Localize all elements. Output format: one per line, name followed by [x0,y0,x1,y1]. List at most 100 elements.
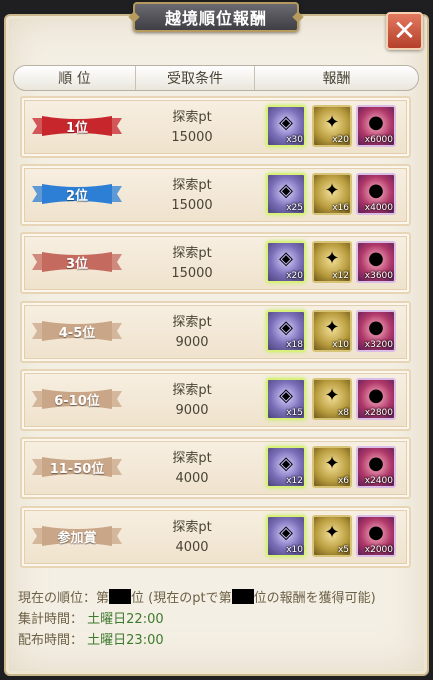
reward-quantity: x4000 [364,203,393,213]
reward-quantity: x10 [332,340,349,350]
rank-label: 11-50位 [49,461,105,477]
reward-item-chest[interactable]: ◈ x15 [266,378,306,420]
current-rank-line: 現在の順位：第 位 (現在のptで第 位の報酬を獲得可能) [18,587,376,606]
reward-quantity: x3200 [364,340,393,350]
reward-quantity: x8 [337,408,349,418]
rank-ribbon: 4-5位 [32,319,122,343]
reward-quantity: x25 [286,203,303,213]
condition: 探索pt 4000 [152,518,232,558]
current-rank-tail: 位の報酬を獲得可能) [253,591,376,606]
jewel-chest-icon: ◈ [279,247,293,269]
condition-value: 15000 [171,130,213,145]
reward-item-chest[interactable]: ◈ x12 [266,446,306,488]
jewel-chest-icon: ◈ [279,316,293,338]
condition: 探索pt 15000 [152,244,232,284]
reward-item-gem[interactable]: ● x2800 [356,378,396,420]
reward-item-chest[interactable]: ◈ x25 [266,173,306,215]
condition-value: 15000 [171,198,213,213]
reward-quantity: x2000 [364,545,393,555]
reward-quantity: x2800 [364,408,393,418]
reward-quantity: x15 [286,408,303,418]
distribution-time-line: 配布時間： 土曜日23:00 [18,629,164,648]
tally-time-label: 集計時間： [18,612,84,627]
condition-value: 15000 [171,266,213,281]
close-button[interactable]: ✕ [386,12,423,50]
reward-row: 1位 探索pt 15000 ◈ x30 ✦ x20 ● x6000 [20,96,411,158]
rank-ribbon: 1位 [32,114,122,138]
current-rank-suffix: 位 (現在のptで第 [131,591,232,606]
reward-item-scroll[interactable]: ✦ x20 [312,105,352,147]
reward-item-gem[interactable]: ● x3600 [356,241,396,283]
condition: 探索pt 15000 [152,176,232,216]
reward-item-scroll[interactable]: ✦ x5 [312,515,352,557]
reward-item-scroll[interactable]: ✦ x10 [312,310,352,352]
scroll-icon: ✦ [324,384,340,406]
reward-item-chest[interactable]: ◈ x18 [266,310,306,352]
reward-row: 参加賞 探索pt 4000 ◈ x10 ✦ x5 ● x2000 [20,506,411,568]
header-condition: 受取条件 [136,66,255,90]
distribution-time-label: 配布時間： [18,633,84,648]
reward-row: 4-5位 探索pt 9000 ◈ x18 ✦ x10 ● x3200 [20,301,411,363]
condition-value: 4000 [175,471,209,486]
red-gem-icon: ● [368,247,384,269]
rank-label: 1位 [65,120,89,136]
condition: 探索pt 15000 [152,108,232,148]
reward-quantity: x12 [286,476,303,486]
condition-label: 探索pt [172,178,212,193]
rank-ribbon: 3位 [32,250,122,274]
reward-quantity: x30 [286,135,303,145]
jewel-chest-icon: ◈ [279,521,293,543]
condition-label: 探索pt [172,520,212,535]
red-gem-icon: ● [368,452,384,474]
jewel-chest-icon: ◈ [279,452,293,474]
reward-quantity: x10 [286,545,303,555]
red-gem-icon: ● [368,384,384,406]
rank-ribbon: 参加賞 [32,524,122,548]
header-reward: 報酬 [322,71,351,87]
condition-value: 9000 [175,335,209,350]
reward-item-chest[interactable]: ◈ x30 [266,105,306,147]
reward-quantity: x12 [332,271,349,281]
reward-quantity: x3600 [364,271,393,281]
reward-quantity: x20 [332,135,349,145]
reward-item-gem[interactable]: ● x2400 [356,446,396,488]
distribution-time-value: 土曜日23:00 [87,633,164,648]
jewel-chest-icon: ◈ [279,111,293,133]
reward-quantity: x6000 [364,135,393,145]
reward-item-gem[interactable]: ● x2000 [356,515,396,557]
reward-quantity: x16 [332,203,349,213]
reward-item-chest[interactable]: ◈ x10 [266,515,306,557]
scroll-icon: ✦ [324,452,340,474]
rank-ribbon: 11-50位 [32,455,122,479]
scroll-icon: ✦ [324,179,340,201]
reward-row: 2位 探索pt 15000 ◈ x25 ✦ x16 ● x4000 [20,164,411,226]
condition: 探索pt 4000 [152,449,232,489]
condition-value: 4000 [175,540,209,555]
reward-item-gem[interactable]: ● x3200 [356,310,396,352]
reward-item-scroll[interactable]: ✦ x8 [312,378,352,420]
reward-row: 11-50位 探索pt 4000 ◈ x12 ✦ x6 ● x2400 [20,437,411,499]
reward-item-scroll[interactable]: ✦ x6 [312,446,352,488]
rank-label: 4-5位 [58,325,96,341]
jewel-chest-icon: ◈ [279,179,293,201]
reward-item-chest[interactable]: ◈ x20 [266,241,306,283]
reward-row: 3位 探索pt 15000 ◈ x20 ✦ x12 ● x3600 [20,232,411,294]
redacted-rank [109,589,132,604]
scroll-icon: ✦ [324,111,340,133]
reward-item-scroll[interactable]: ✦ x12 [312,241,352,283]
condition-value: 9000 [175,403,209,418]
rank-ribbon: 2位 [32,182,122,206]
table-header: 順 位 受取条件 報酬 [13,65,419,91]
jewel-chest-icon: ◈ [279,384,293,406]
rank-ribbon: 6-10位 [32,387,122,411]
reward-item-gem[interactable]: ● x6000 [356,105,396,147]
scroll-icon: ✦ [324,521,340,543]
condition-label: 探索pt [172,110,212,125]
rank-label: 参加賞 [57,530,97,546]
reward-item-scroll[interactable]: ✦ x16 [312,173,352,215]
red-gem-icon: ● [368,316,384,338]
reward-quantity: x2400 [364,476,393,486]
reward-item-gem[interactable]: ● x4000 [356,173,396,215]
condition: 探索pt 9000 [152,381,232,421]
rank-label: 2位 [65,188,89,204]
